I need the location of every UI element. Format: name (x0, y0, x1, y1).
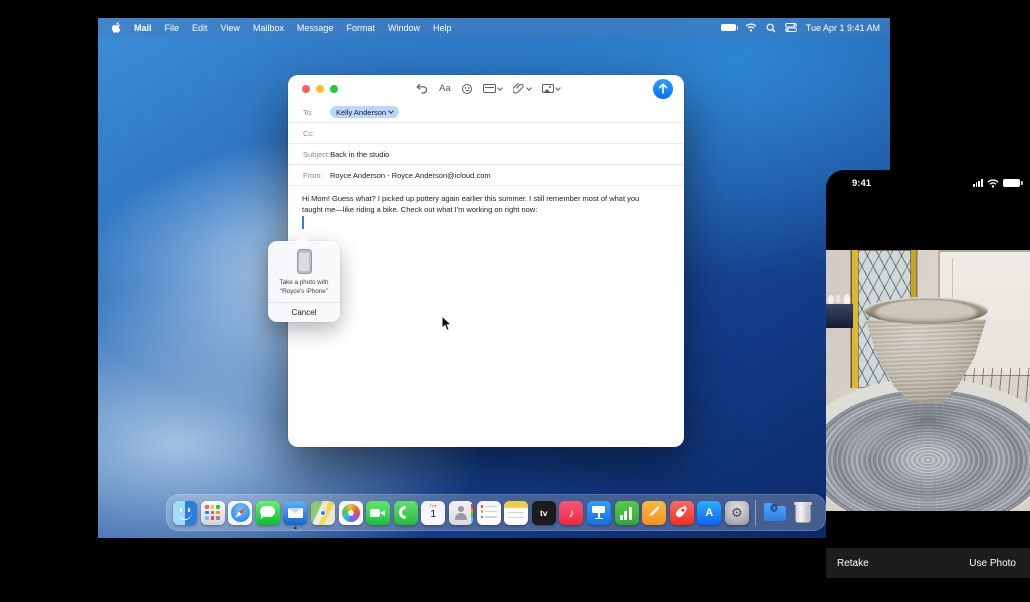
insert-photo-button[interactable] (542, 84, 561, 93)
use-photo-button[interactable]: Use Photo (969, 558, 1016, 569)
control-center-icon[interactable] (785, 23, 797, 32)
subject-field[interactable]: Subject: Back in the studio (288, 144, 684, 165)
iphone-icon (297, 249, 312, 274)
wifi-icon-iphone (987, 179, 999, 188)
dock-phone-icon[interactable] (394, 501, 418, 525)
apple-menu-icon[interactable] (111, 22, 121, 34)
dock-downloads-folder-icon[interactable]: ↓ (763, 501, 787, 525)
menu-item-mail[interactable]: Mail (134, 23, 152, 33)
menu-item-window[interactable]: Window (388, 23, 420, 33)
dock-trash-icon[interactable] (791, 501, 815, 525)
dock-facetime-icon[interactable] (366, 501, 390, 525)
dock-system-settings-icon[interactable]: ⚙ (725, 501, 749, 525)
attachment-button[interactable] (513, 83, 531, 95)
mouse-cursor (441, 315, 453, 337)
dock-numbers-icon[interactable] (615, 501, 639, 525)
dock-messages-icon[interactable] (256, 501, 280, 525)
photo-pot-shadow (868, 400, 988, 436)
dock-calendar-icon[interactable]: Tue 1 (421, 501, 445, 525)
dock-pages-icon[interactable] (642, 501, 666, 525)
popover-message-line1: Take a photo with (272, 278, 336, 287)
captured-photo-preview (826, 250, 1030, 511)
iphone-camera-panel: 9:41 Retake Use Photo (826, 170, 1030, 602)
dock-maps-icon[interactable] (311, 501, 335, 525)
message-body[interactable]: Hi Mom! Guess what? I picked up pottery … (288, 186, 673, 223)
dock-tv-icon[interactable]: tv (532, 501, 556, 525)
photo-shelf-pottery (826, 291, 853, 304)
from-label: From: (303, 171, 330, 180)
emoji-picker-button[interactable] (462, 84, 472, 94)
photo-shelf (826, 304, 853, 328)
dock-rocket-icon[interactable] (670, 501, 694, 525)
popover-message-line2: “Royce’s iPhone” (272, 287, 336, 296)
format-text-button[interactable]: Aa (439, 83, 451, 94)
dock-notes-icon[interactable] (504, 501, 528, 525)
dock-finder-icon[interactable] (173, 501, 197, 525)
photo-clay-pot-rim (864, 297, 988, 324)
send-button[interactable] (653, 79, 673, 99)
menu-item-mailbox[interactable]: Mailbox (253, 23, 284, 33)
cc-field[interactable]: Cc: (288, 123, 684, 144)
close-window-button[interactable] (302, 85, 310, 93)
spotlight-search-icon[interactable] (766, 23, 776, 33)
menu-item-view[interactable]: View (221, 23, 240, 33)
menu-item-edit[interactable]: Edit (192, 23, 208, 33)
menu-bar: Mail File Edit View Mailbox Message Form… (98, 18, 890, 37)
dock-photos-icon[interactable] (339, 501, 363, 525)
subject-label: Subject: (303, 150, 330, 159)
from-value: Royce Anderson - Royce.Anderson@icloud.c… (330, 171, 491, 180)
cellular-signal-icon (973, 179, 983, 187)
dock: Tue 1 tv ♪ A ⚙ ↓ (166, 494, 826, 531)
camera-action-bar: Retake Use Photo (826, 548, 1030, 578)
dock-app-store-icon[interactable]: A (697, 501, 721, 525)
to-label: To: (303, 108, 330, 117)
dock-safari-icon[interactable] (228, 501, 252, 525)
mail-compose-window: Aa To: Kelly Anderson Cc: Subject: Back … (288, 75, 684, 447)
iphone-status-bar: 9:41 (826, 170, 1030, 196)
menu-item-format[interactable]: Format (346, 23, 375, 33)
dock-launchpad-icon[interactable] (201, 501, 225, 525)
continuity-camera-popover: Take a photo with “Royce’s iPhone” Cance… (268, 241, 340, 322)
to-field[interactable]: To: Kelly Anderson (288, 102, 684, 123)
cc-label: Cc: (303, 129, 330, 138)
recipient-token[interactable]: Kelly Anderson (330, 106, 399, 118)
wifi-icon[interactable] (745, 23, 757, 32)
mail-running-indicator (294, 527, 297, 530)
battery-icon[interactable] (721, 24, 736, 31)
dock-contacts-icon[interactable] (449, 501, 473, 525)
dock-keynote-icon[interactable] (587, 501, 611, 525)
dock-divider (755, 500, 756, 526)
iphone-clock: 9:41 (852, 178, 871, 189)
from-field[interactable]: From: Royce Anderson - Royce.Anderson@ic… (288, 165, 684, 186)
menu-item-help[interactable]: Help (433, 23, 452, 33)
menu-item-message[interactable]: Message (297, 23, 334, 33)
dock-music-icon[interactable]: ♪ (559, 501, 583, 525)
menubar-clock[interactable]: Tue Apr 1 9:41 AM (806, 23, 880, 33)
subject-value: Back in the studio (330, 150, 389, 159)
dock-mail-icon[interactable] (283, 501, 307, 525)
compose-titlebar[interactable]: Aa (288, 75, 684, 102)
undo-icon[interactable] (416, 83, 428, 94)
battery-icon-iphone (1003, 179, 1020, 187)
zoom-window-button[interactable] (330, 85, 338, 93)
minimize-window-button[interactable] (316, 85, 324, 93)
dock-reminders-icon[interactable] (477, 501, 501, 525)
retake-button[interactable]: Retake (837, 558, 869, 569)
header-fields-button[interactable] (483, 84, 503, 93)
cancel-button[interactable]: Cancel (268, 303, 340, 322)
menu-item-file[interactable]: File (165, 23, 180, 33)
text-insertion-caret (302, 216, 304, 229)
